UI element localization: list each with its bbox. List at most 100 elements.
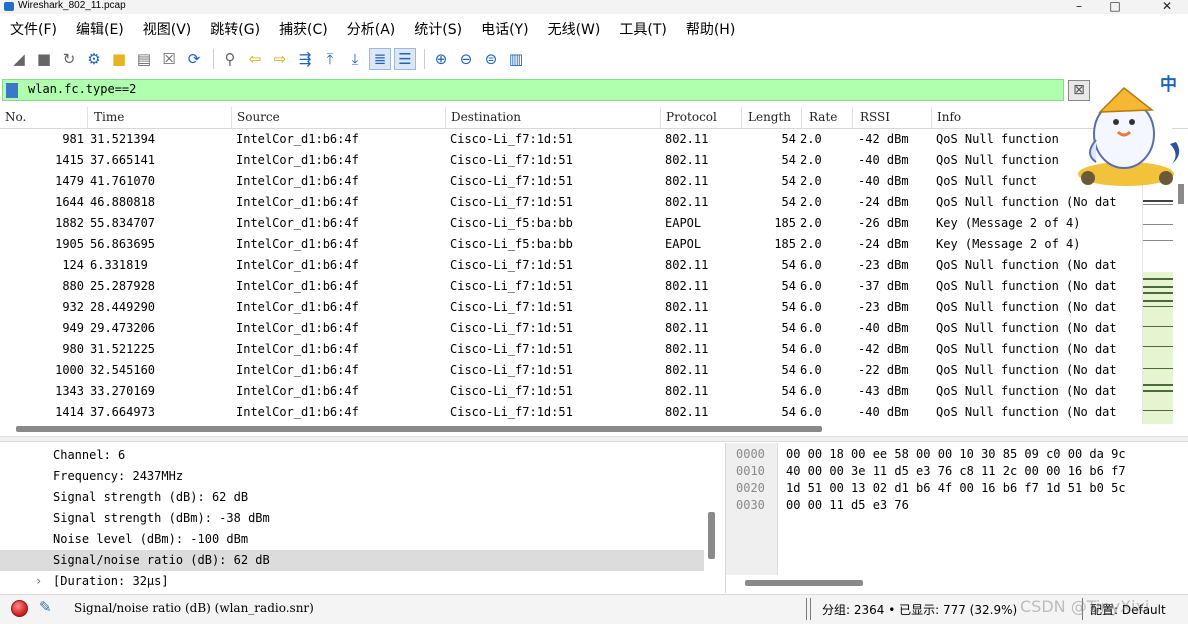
detail-row-selected[interactable]: Signal/noise ratio (dB): 62 dB (0, 550, 704, 571)
ime-language-indicator[interactable]: 中 (1160, 70, 1177, 95)
sort-ascending-icon: ^ (825, 107, 833, 114)
capture-comment-icon[interactable]: ✎ (39, 598, 52, 616)
autoscroll-icon[interactable]: ≣ (369, 48, 391, 70)
maximize-button[interactable]: □ (1100, 0, 1130, 14)
menu-go[interactable]: 跳转(G) (210, 19, 260, 39)
pane-splitter[interactable] (0, 436, 1188, 442)
menu-file[interactable]: 文件(F) (10, 19, 57, 39)
column-header-destination[interactable]: Destination (451, 110, 521, 124)
menu-help[interactable]: 帮助(H) (686, 19, 735, 39)
packet-row[interactable]: 880 25.287928 IntelCor_d1:b6:4f Cisco-Li_f7… (0, 276, 1145, 297)
column-divider[interactable] (445, 107, 446, 128)
menu-statistics[interactable]: 统计(S) (414, 19, 462, 39)
column-divider[interactable] (231, 107, 232, 128)
capture-options-icon[interactable]: ⚙ (83, 48, 105, 70)
minimize-button[interactable]: – (1064, 0, 1094, 14)
cell-rssi: -40 dBm (858, 174, 909, 188)
hex-row[interactable]: 0000 00 00 18 00 ee 58 00 00 10 30 85 09… (726, 447, 1186, 464)
cell-source: IntelCor_d1:b6:4f (236, 321, 359, 335)
column-divider[interactable] (660, 107, 661, 128)
packet-row[interactable]: 1000 32.545160 IntelCor_d1:b6:4f Cisco-Li_f… (0, 360, 1145, 381)
hex-row[interactable]: 0030 00 00 11 d5 e3 76 (726, 498, 1186, 515)
column-divider[interactable] (801, 107, 802, 128)
go-first-packet-icon[interactable]: ⤒ (319, 48, 341, 70)
column-divider[interactable] (852, 107, 853, 128)
packet-row[interactable]: 980 31.521225 IntelCor_d1:b6:4f Cisco-Li_f7… (0, 339, 1145, 360)
detail-row[interactable]: Signal strength (dBm): -38 dBm (0, 508, 704, 529)
packet-row[interactable]: 1882 55.834707 IntelCor_d1:b6:4f Cisco-Li_f… (0, 213, 1145, 234)
column-header-info[interactable]: Info (937, 110, 961, 124)
column-header-no[interactable]: No. (5, 110, 26, 124)
hex-row[interactable]: 0010 40 00 00 3e 11 d5 e3 76 c8 11 2c 00… (726, 464, 1186, 481)
column-header-length[interactable]: Length (748, 110, 791, 124)
expert-info-icon[interactable] (11, 600, 28, 617)
go-last-packet-icon[interactable]: ⤓ (344, 48, 366, 70)
go-forward-icon[interactable]: ⇨ (269, 48, 291, 70)
go-back-icon[interactable]: ⇦ (244, 48, 266, 70)
packet-row[interactable]: 949 29.473206 IntelCor_d1:b6:4f Cisco-Li_f7… (0, 318, 1145, 339)
detail-row[interactable]: Channel: 6 (0, 445, 704, 466)
resize-columns-icon[interactable]: ▥ (505, 48, 527, 70)
reload-file-icon[interactable]: ⟳ (183, 48, 205, 70)
packet-row[interactable]: 1479 41.761070 IntelCor_d1:b6:4f Cisco-Li_f… (0, 171, 1145, 192)
go-to-packet-icon[interactable]: ⇶ (294, 48, 316, 70)
cell-time: 46.880818 (90, 195, 156, 209)
detail-row[interactable]: Frequency: 2437MHz (0, 466, 704, 487)
column-header-rate[interactable]: Rate (809, 110, 837, 124)
column-header-time[interactable]: Time (94, 110, 124, 124)
column-divider[interactable] (87, 107, 88, 128)
details-vscroll-thumb[interactable] (708, 512, 715, 559)
detail-row[interactable]: Signal strength (dB): 62 dB (0, 487, 704, 508)
open-file-icon[interactable]: ■ (108, 48, 130, 70)
zoom-in-icon[interactable]: ⊕ (430, 48, 452, 70)
packet-list: No. Time Source Destination Protocol Len… (0, 107, 1188, 434)
column-header-protocol[interactable]: Protocol (666, 110, 717, 124)
menu-wireless[interactable]: 无线(W) (548, 19, 601, 39)
normal-size-icon[interactable]: ⊜ (480, 48, 502, 70)
colorize-icon[interactable]: ☰ (394, 48, 416, 70)
packet-row[interactable]: 1644 46.880818 IntelCor_d1:b6:4f Cisco-Li_f… (0, 192, 1145, 213)
start-capture-icon[interactable]: ◢ (8, 48, 30, 70)
restart-capture-icon[interactable]: ↻ (58, 48, 80, 70)
column-header-rssi[interactable]: RSSI (860, 110, 890, 124)
cell-destination: Cisco-Li_f7:1d:51 (450, 384, 573, 398)
packet-list-hscroll-thumb[interactable] (16, 426, 822, 432)
packet-row[interactable]: 1414 37.664973 IntelCor_d1:b6:4f Cisco-Li_f… (0, 402, 1145, 423)
column-divider[interactable] (931, 107, 932, 128)
zoom-out-icon[interactable]: ⊖ (455, 48, 477, 70)
cell-source: IntelCor_d1:b6:4f (236, 237, 359, 251)
display-filter-input[interactable]: wlan.fc.type==2 (28, 82, 136, 96)
cell-destination: Cisco-Li_f7:1d:51 (450, 258, 573, 272)
menu-edit[interactable]: 编辑(E) (76, 19, 124, 39)
hex-bytes: 00 00 11 d5 e3 76 (786, 498, 909, 512)
hex-hscroll-thumb[interactable] (745, 580, 863, 586)
save-file-icon[interactable]: ▤ (133, 48, 155, 70)
cell-time: 37.665141 (90, 153, 156, 167)
packet-row[interactable]: 124 6.331819 IntelCor_d1:b6:4f Cisco-Li_f7:… (0, 255, 1145, 276)
menu-tools[interactable]: 工具(T) (619, 19, 666, 39)
display-filter-bar[interactable]: wlan.fc.type==2 (2, 79, 1064, 101)
find-packet-icon[interactable]: ⚲ (219, 48, 241, 70)
packet-row[interactable]: 1905 56.863695 IntelCor_d1:b6:4f Cisco-Li_f… (0, 234, 1145, 255)
menu-view[interactable]: 视图(V) (143, 19, 192, 39)
detail-text: [Duration: 32µs] (53, 574, 169, 588)
column-header-source[interactable]: Source (237, 110, 280, 124)
stop-capture-icon[interactable]: ■ (33, 48, 55, 70)
detail-row[interactable]: › [Duration: 32µs] (0, 571, 704, 592)
bookmark-icon[interactable] (6, 83, 18, 98)
ime-mascot-widget[interactable]: 中 (1066, 70, 1188, 194)
packet-row[interactable]: 1415 37.665141 IntelCor_d1:b6:4f Cisco-Li_f… (0, 150, 1145, 171)
packet-row[interactable]: 932 28.449290 IntelCor_d1:b6:4f Cisco-Li_f7… (0, 297, 1145, 318)
column-divider[interactable] (741, 107, 742, 128)
detail-row[interactable]: Noise level (dBm): -100 dBm (0, 529, 704, 550)
hex-row[interactable]: 0020 1d 51 00 13 02 d1 b6 4f 00 16 b6 f7… (726, 481, 1186, 498)
cell-rssi: -23 dBm (858, 300, 909, 314)
close-button[interactable]: ✕ (1152, 0, 1182, 14)
menu-analyze[interactable]: 分析(A) (347, 19, 396, 39)
menu-capture[interactable]: 捕获(C) (279, 19, 328, 39)
expand-chevron-icon[interactable]: › (35, 574, 42, 588)
packet-row[interactable]: 1343 33.270169 IntelCor_d1:b6:4f Cisco-Li_f… (0, 381, 1145, 402)
packet-row[interactable]: 981 31.521394 IntelCor_d1:b6:4f Cisco-Li_f7… (0, 129, 1145, 150)
menu-telephony[interactable]: 电话(Y) (481, 19, 528, 39)
close-file-icon[interactable]: ☒ (158, 48, 180, 70)
